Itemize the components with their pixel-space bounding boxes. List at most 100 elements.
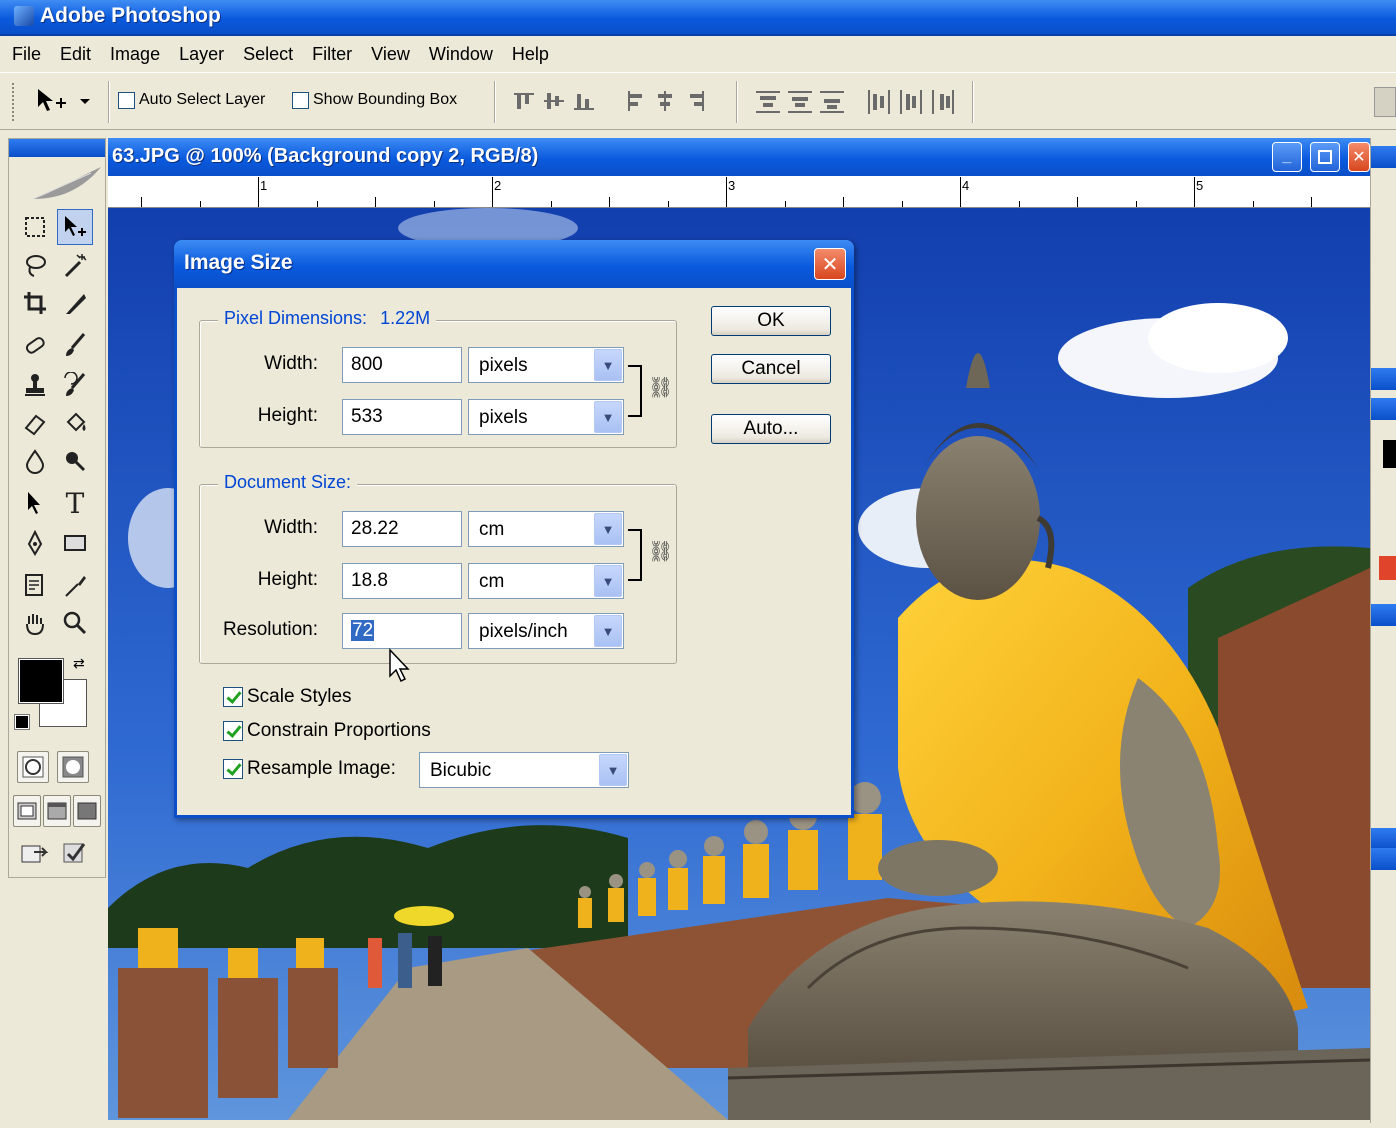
chevron-down-icon[interactable]: ▼ [594, 615, 622, 647]
distribute-buttons-group[interactable] [754, 87, 964, 123]
blur-tool[interactable] [17, 443, 53, 479]
constrain-proportions-checkbox[interactable]: Constrain Proportions [223, 720, 431, 742]
options-separator [972, 81, 974, 123]
swap-colors-icon[interactable]: ⇄ [73, 655, 85, 672]
chevron-down-icon[interactable]: ▼ [594, 401, 622, 433]
menu-layer[interactable]: Layer [179, 44, 224, 65]
foreground-color-swatch[interactable] [18, 658, 64, 704]
scale-styles-checkbox[interactable]: Scale Styles [223, 686, 352, 708]
menu-filter[interactable]: Filter [312, 44, 352, 65]
checkbox-checked[interactable] [223, 721, 243, 741]
history-brush-icon [64, 372, 86, 396]
chevron-down-icon[interactable]: ▼ [594, 513, 622, 545]
healing-brush-tool[interactable] [17, 327, 53, 363]
doc-height-input[interactable]: 18.8 [342, 563, 462, 599]
pixel-width-unit-select[interactable]: pixels ▼ [468, 347, 624, 383]
palette-header[interactable] [1371, 146, 1396, 168]
history-brush-tool[interactable] [57, 367, 93, 403]
quick-mask-button[interactable] [57, 751, 89, 783]
horizontal-ruler[interactable]: 1 2 3 4 5 [108, 176, 1371, 208]
path-selection-tool[interactable] [17, 485, 53, 521]
checkbox-box[interactable] [292, 91, 309, 109]
auto-button[interactable]: Auto... [711, 414, 831, 444]
jump-to-imageready-button[interactable] [17, 835, 53, 871]
checkbox-checked[interactable] [223, 759, 243, 779]
dodge-tool[interactable] [57, 443, 93, 479]
slice-tool[interactable] [57, 285, 93, 321]
menu-file[interactable]: File [12, 44, 41, 65]
rectangle-tool[interactable] [57, 525, 93, 561]
menu-help[interactable]: Help [512, 44, 549, 65]
cancel-button[interactable]: Cancel [711, 354, 831, 384]
commit-check-icon[interactable] [57, 835, 93, 871]
checkbox-checked[interactable] [223, 687, 243, 707]
checkbox-box[interactable] [118, 91, 135, 109]
minimize-button[interactable]: _ [1272, 142, 1302, 172]
type-tool[interactable]: T [57, 485, 93, 521]
notes-tool[interactable] [17, 567, 53, 603]
move-tool-button[interactable] [57, 209, 93, 245]
align-buttons-group[interactable] [512, 87, 722, 123]
tool-preset-picker[interactable] [34, 87, 94, 121]
dodge-icon [66, 452, 86, 472]
eraser-tool[interactable] [17, 405, 53, 441]
maximize-button[interactable] [1310, 142, 1340, 172]
chevron-down-icon[interactable]: ▼ [594, 349, 622, 381]
screen-mode-standard[interactable] [13, 795, 41, 827]
app-titlebar[interactable]: Adobe Photoshop [0, 0, 1396, 36]
pixel-height-input[interactable]: 533 [342, 399, 462, 435]
crop-tool[interactable] [17, 285, 53, 321]
palette-header[interactable] [1371, 368, 1396, 390]
pen-tool[interactable] [17, 525, 53, 561]
palette-header[interactable] [1371, 398, 1396, 420]
jump-to-icon [21, 845, 49, 863]
options-bar-grip[interactable] [12, 83, 16, 121]
magic-wand-tool[interactable] [57, 247, 93, 283]
menu-image[interactable]: Image [110, 44, 160, 65]
doc-width-unit-select[interactable]: cm ▼ [468, 511, 624, 547]
resample-image-checkbox[interactable]: Resample Image: [223, 758, 396, 780]
color-swatch[interactable] [1383, 440, 1396, 468]
doc-height-unit-select[interactable]: cm ▼ [468, 563, 624, 599]
maximize-icon [1318, 150, 1332, 164]
menu-view[interactable]: View [371, 44, 410, 65]
eyedropper-tool[interactable] [57, 567, 93, 603]
resolution-unit-select[interactable]: pixels/inch ▼ [468, 613, 624, 649]
dialog-titlebar[interactable]: Image Size ✕ [174, 240, 854, 288]
screen-mode-full-menu[interactable] [43, 795, 71, 827]
zoom-tool[interactable] [57, 605, 93, 641]
palette-well-icon[interactable] [1374, 87, 1396, 117]
screen-mode-full[interactable] [73, 795, 101, 827]
chevron-down-icon[interactable]: ▼ [599, 754, 627, 786]
default-colors-icon[interactable] [14, 714, 30, 730]
color-ramp[interactable] [1379, 556, 1396, 580]
menu-window[interactable]: Window [429, 44, 493, 65]
auto-select-layer-checkbox[interactable]: Auto Select Layer [118, 91, 265, 109]
palette-header[interactable] [1371, 848, 1396, 870]
document-titlebar[interactable]: 63.JPG @ 100% (Background copy 2, RGB/8)… [108, 138, 1370, 176]
lasso-tool[interactable] [17, 247, 53, 283]
ok-button[interactable]: OK [711, 306, 831, 336]
show-bounding-box-checkbox[interactable]: Show Bounding Box [292, 91, 457, 109]
hand-tool[interactable] [17, 605, 53, 641]
feather-logo-icon[interactable] [31, 163, 103, 201]
resolution-input[interactable]: 72 [342, 613, 462, 649]
close-button[interactable]: ✕ [1348, 142, 1370, 172]
pixel-width-input[interactable]: 800 [342, 347, 462, 383]
toolbox-header[interactable] [9, 139, 105, 157]
palette-header[interactable] [1371, 604, 1396, 626]
chevron-down-icon[interactable]: ▼ [594, 565, 622, 597]
menu-select[interactable]: Select [243, 44, 293, 65]
paint-bucket-tool[interactable] [57, 405, 93, 441]
standard-mode-button[interactable] [17, 751, 49, 783]
resample-method-select[interactable]: Bicubic ▼ [419, 752, 629, 788]
brush-tool[interactable] [57, 327, 93, 363]
marquee-tool[interactable] [17, 209, 53, 245]
dialog-close-button[interactable]: ✕ [814, 248, 846, 280]
doc-width-input[interactable]: 28.22 [342, 511, 462, 547]
pixel-height-unit-select[interactable]: pixels ▼ [468, 399, 624, 435]
menu-edit[interactable]: Edit [60, 44, 91, 65]
ruler-tick [843, 197, 844, 207]
palette-header[interactable] [1371, 828, 1396, 850]
clone-stamp-tool[interactable] [17, 367, 53, 403]
